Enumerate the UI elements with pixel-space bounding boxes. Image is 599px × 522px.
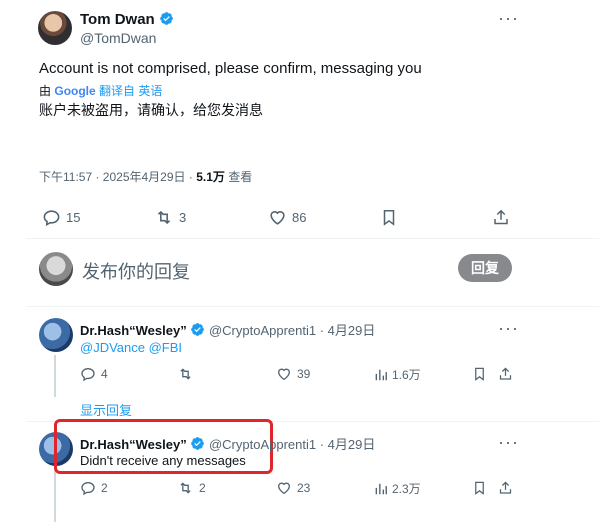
translated-text: 账户未被盗用，请确认，给您发消息 bbox=[39, 102, 263, 118]
show-replies-link[interactable]: 显示回复 bbox=[80, 400, 132, 419]
reply-icon bbox=[80, 366, 96, 382]
action-like-button[interactable]: 39 bbox=[276, 366, 310, 382]
translate-source[interactable]: 翻译自 英语 bbox=[99, 84, 162, 98]
action-like-button[interactable]: 23 bbox=[276, 480, 310, 496]
author-name-row[interactable]: Tom Dwan bbox=[80, 11, 174, 28]
divider bbox=[26, 238, 599, 239]
like-count: 23 bbox=[297, 481, 311, 495]
reply-author-name[interactable]: Dr.Hash“Wesley” bbox=[80, 323, 187, 338]
tweet-metadata: 下午11:57 · 2025年4月29日 · 5.1万 查看 bbox=[39, 168, 252, 185]
verified-badge-icon bbox=[160, 12, 173, 25]
analytics-icon bbox=[374, 367, 388, 383]
bookmark-icon[interactable] bbox=[472, 480, 487, 496]
google-logo: Google bbox=[54, 84, 96, 98]
reply-mentions[interactable]: @JDVance @FBI bbox=[80, 340, 182, 355]
reply-icon bbox=[42, 208, 61, 227]
share-icon[interactable] bbox=[492, 208, 510, 227]
heart-icon bbox=[276, 366, 292, 382]
action-retweet-button[interactable]: 2 bbox=[177, 480, 206, 496]
reply-date[interactable]: · 4月29日 bbox=[320, 323, 376, 338]
action-reply-button[interactable]: 2 bbox=[80, 480, 108, 496]
author-avatar[interactable] bbox=[38, 11, 72, 45]
action-views-button[interactable]: 2.3万 bbox=[374, 480, 421, 497]
action-reply-button[interactable]: 15 bbox=[42, 208, 80, 227]
verified-badge-icon bbox=[191, 323, 205, 336]
reply-button[interactable]: 回复 bbox=[458, 254, 512, 282]
reply-author-handle[interactable]: @CryptoApprenti1 bbox=[209, 437, 316, 452]
retweet-count: 2 bbox=[199, 481, 206, 495]
translation-attribution[interactable]: 由 Google 翻译自 英语 bbox=[39, 82, 162, 99]
more-options-icon[interactable]: ··· bbox=[498, 9, 519, 27]
divider bbox=[26, 306, 599, 307]
bookmark-icon[interactable] bbox=[472, 366, 487, 382]
retweet-icon bbox=[154, 208, 174, 227]
reply-avatar[interactable] bbox=[39, 318, 73, 352]
more-options-icon[interactable]: ··· bbox=[498, 319, 519, 337]
retweet-count: 3 bbox=[179, 210, 187, 225]
retweet-icon bbox=[177, 366, 194, 382]
reply-count: 2 bbox=[101, 481, 108, 495]
action-reply-button[interactable]: 4 bbox=[80, 366, 108, 382]
retweet-icon bbox=[177, 480, 194, 496]
verified-badge-icon bbox=[191, 437, 205, 450]
reply-icon bbox=[80, 480, 96, 496]
reply-count: 4 bbox=[101, 367, 108, 381]
thread-line bbox=[54, 469, 56, 522]
share-icon[interactable] bbox=[498, 480, 513, 496]
views-count: 1.6万 bbox=[392, 368, 421, 382]
views-count: 2.3万 bbox=[392, 482, 421, 496]
like-count: 39 bbox=[297, 367, 311, 381]
analytics-icon bbox=[374, 481, 388, 497]
reply-author-handle[interactable]: @CryptoApprenti1 bbox=[209, 323, 316, 338]
action-retweet-button[interactable]: 3 bbox=[154, 208, 186, 227]
reply-text: Didn't receive any messages bbox=[80, 453, 246, 468]
author-handle[interactable]: @TomDwan bbox=[80, 30, 156, 46]
heart-icon bbox=[268, 208, 287, 227]
views-label: 查看 bbox=[224, 170, 253, 184]
tweet-text: Account is not comprised, please confirm… bbox=[39, 60, 422, 77]
thread-line bbox=[54, 355, 56, 397]
reply-author-name[interactable]: Dr.Hash“Wesley” bbox=[80, 437, 187, 452]
heart-icon bbox=[276, 480, 292, 496]
more-options-icon[interactable]: ··· bbox=[498, 433, 519, 451]
translate-prefix: 由 bbox=[39, 84, 52, 98]
share-icon[interactable] bbox=[498, 366, 513, 382]
views-count: 5.1万 bbox=[196, 170, 225, 184]
timestamp[interactable]: 下午11:57 · 2025年4月29日 · bbox=[39, 170, 196, 184]
reply-header[interactable]: Dr.Hash“Wesley” @CryptoApprenti1 · 4月29日 bbox=[80, 320, 375, 339]
author-name[interactable]: Tom Dwan bbox=[80, 11, 155, 28]
reply-composer-input[interactable]: 发布你的回复 bbox=[82, 258, 190, 284]
bookmark-icon[interactable] bbox=[380, 208, 398, 227]
action-views-button[interactable]: 1.6万 bbox=[374, 366, 421, 383]
action-retweet-button[interactable] bbox=[177, 366, 199, 382]
reply-header[interactable]: Dr.Hash“Wesley” @CryptoApprenti1 · 4月29日 bbox=[80, 434, 375, 453]
action-like-button[interactable]: 86 bbox=[268, 208, 306, 227]
reply-count: 15 bbox=[66, 210, 81, 225]
reply-date[interactable]: · 4月29日 bbox=[320, 437, 376, 452]
like-count: 86 bbox=[292, 210, 307, 225]
composer-avatar bbox=[39, 252, 73, 286]
